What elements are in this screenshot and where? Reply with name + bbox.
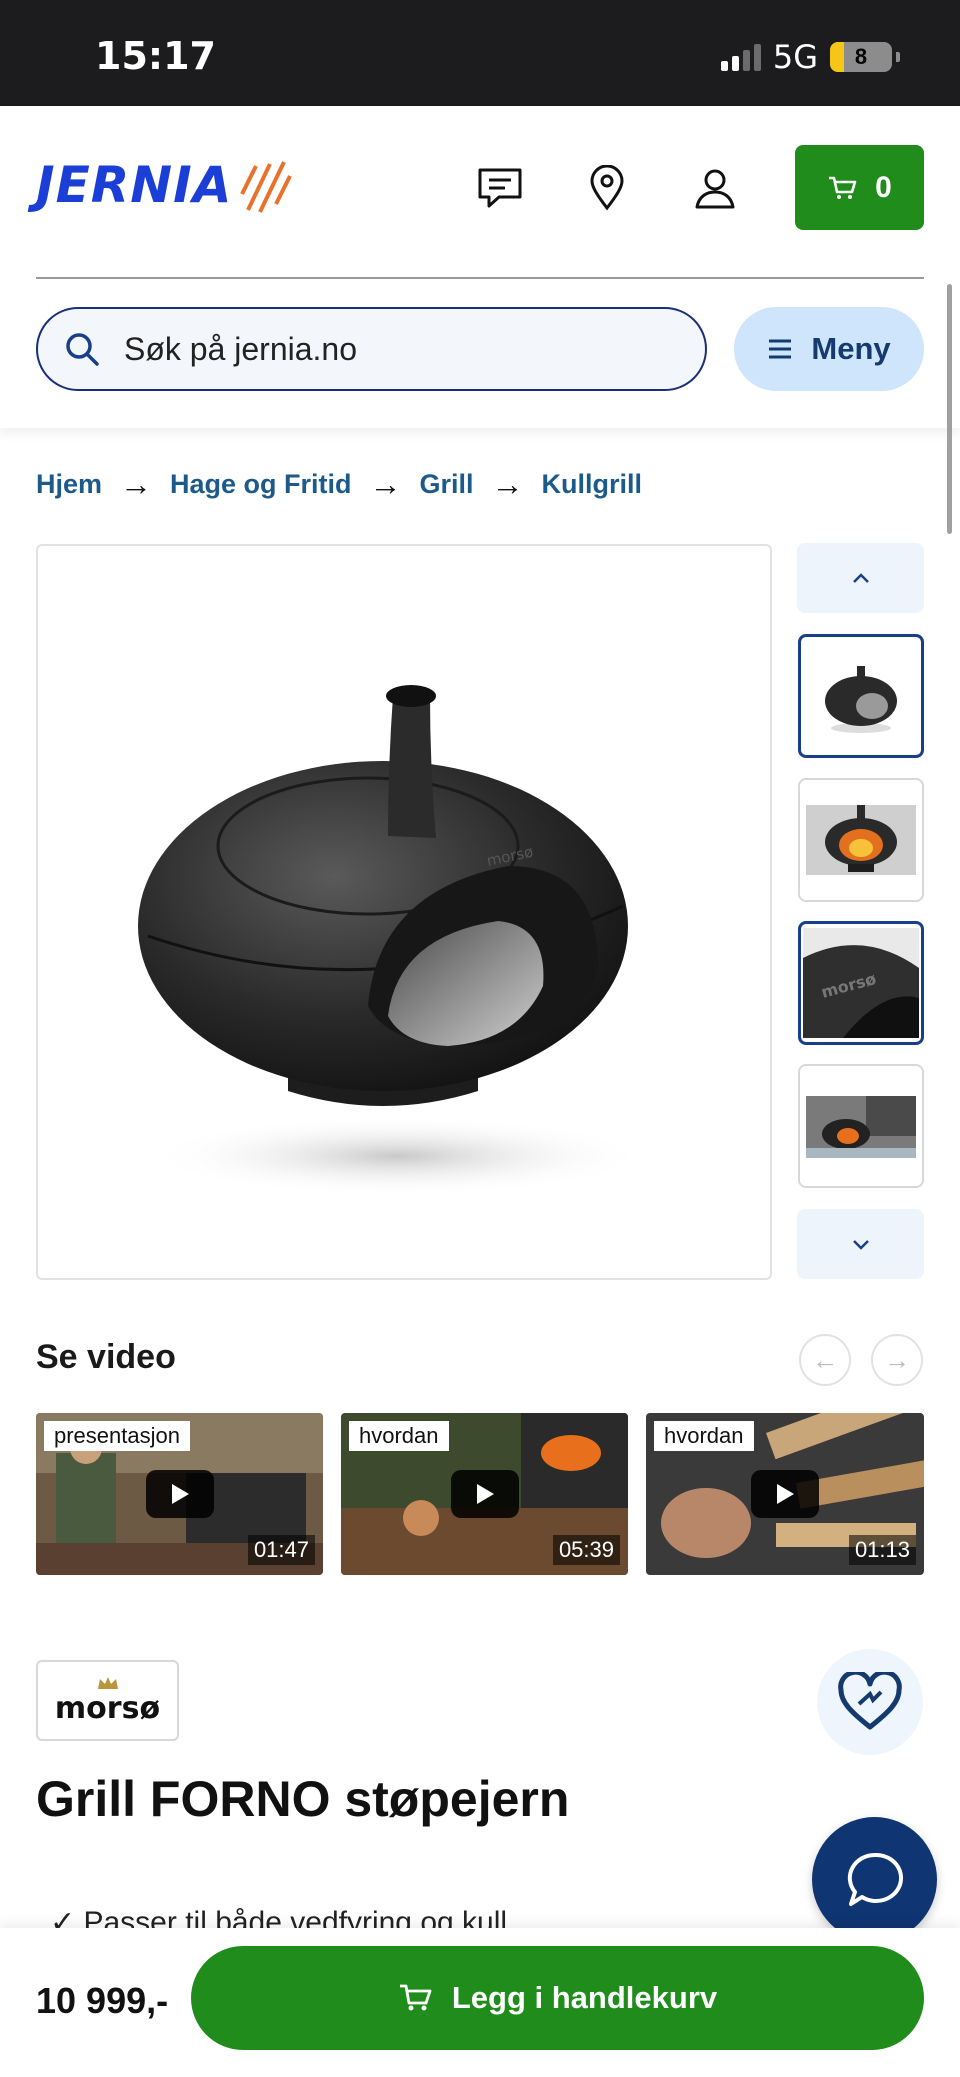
videos-title: Se video: [36, 1338, 176, 1376]
search-placeholder: Søk på jernia.no: [124, 330, 358, 367]
arrow-left-icon: ←: [812, 1344, 838, 1375]
cart-button[interactable]: 0: [795, 145, 924, 230]
battery-level: 8: [854, 44, 868, 69]
battery-tip: [896, 52, 900, 62]
add-to-cart-label: Legg i handlekurv: [451, 1980, 718, 2015]
thumbnail-image: morsø: [803, 928, 919, 1038]
video-tag: hvordan: [654, 1421, 754, 1451]
breadcrumb-hage-og-fritid[interactable]: Hage og Fritid: [170, 469, 352, 500]
breadcrumb-grill[interactable]: Grill: [420, 469, 474, 500]
logo-text: JERNIA: [36, 156, 233, 214]
breadcrumb: Hjem → Hage og Fritid → Grill → Kullgril…: [36, 466, 642, 503]
breadcrumb-home[interactable]: Hjem: [36, 469, 102, 500]
cart-icon: [829, 176, 857, 199]
grill-forno-image: morsø: [138, 685, 648, 1196]
header-divider: [36, 277, 924, 279]
play-icon[interactable]: [450, 1470, 519, 1518]
jernia-logo[interactable]: JERNIA: [36, 156, 293, 214]
heart-icon: [838, 1672, 902, 1730]
user-account-icon[interactable]: [685, 158, 745, 218]
video-duration: 01:47: [247, 1535, 315, 1565]
videos-next-button[interactable]: →: [871, 1334, 923, 1386]
arrow-right-icon: →: [884, 1344, 910, 1375]
menu-label: Meny: [811, 331, 891, 366]
thumbnail-1[interactable]: [798, 634, 924, 758]
video-tag: presentasjon: [44, 1421, 190, 1451]
thumbnail-image: [806, 1096, 916, 1158]
chevron-down-icon: [852, 1240, 869, 1250]
video-duration: 01:13: [848, 1535, 916, 1565]
play-icon[interactable]: [751, 1470, 819, 1518]
status-indicators: 5G 8: [720, 38, 900, 76]
status-time: 15:17: [95, 34, 216, 78]
thumbnail-image: [825, 666, 897, 733]
video-tag: hvordan: [349, 1421, 449, 1451]
thumbnails-down-button[interactable]: [797, 1209, 924, 1279]
favorite-button[interactable]: [817, 1649, 923, 1755]
chevron-up-icon: [852, 573, 869, 583]
product-title: Grill FORNO støpejern: [36, 1771, 570, 1827]
breadcrumb-kullgrill[interactable]: Kullgrill: [542, 469, 643, 500]
network-type: 5G: [772, 38, 818, 76]
video-duration: 05:39: [552, 1535, 620, 1565]
arrow-right-icon: →: [491, 466, 524, 502]
thumbnails-up-button[interactable]: [797, 543, 924, 613]
customer-service-icon[interactable]: [470, 158, 530, 218]
sticky-add-to-cart-bar: 10 999,- Legg i handlekurv: [0, 1928, 960, 2077]
hamburger-icon: [769, 339, 792, 359]
video-card[interactable]: presentasjon 01:47: [36, 1413, 323, 1575]
brand-logo[interactable]: morsø: [36, 1660, 179, 1741]
chat-button[interactable]: [812, 1817, 937, 1942]
cart-icon: [399, 1984, 432, 2011]
arrow-right-icon: →: [120, 466, 153, 502]
arrow-right-icon: →: [369, 466, 402, 502]
main-product-image[interactable]: morsø: [36, 544, 772, 1280]
add-to-cart-button[interactable]: Legg i handlekurv: [191, 1946, 924, 2050]
videos-prev-button[interactable]: ←: [799, 1334, 851, 1386]
video-card[interactable]: hvordan 05:39: [341, 1413, 628, 1575]
thumbnail-4[interactable]: [798, 1064, 924, 1188]
product-price: 10 999,-: [36, 1980, 169, 2021]
cart-count: 0: [875, 170, 892, 204]
battery-icon: 8: [830, 42, 892, 72]
chat-bubble-icon: [847, 1852, 903, 1906]
logo-slashes-icon: [240, 161, 293, 213]
crown-icon: [97, 1677, 118, 1689]
search-icon: [66, 333, 99, 366]
brand-name: morsø: [54, 1691, 161, 1726]
thumbnail-2[interactable]: [798, 778, 924, 902]
thumbnail-3[interactable]: morsø: [798, 921, 924, 1045]
play-icon[interactable]: [145, 1470, 214, 1518]
thumbnail-image: [806, 805, 916, 875]
status-bar: 15:17 5G 8: [0, 0, 960, 106]
site-header: JERNIA 0 Søk på jernia.no Meny: [0, 106, 960, 534]
menu-button[interactable]: Meny: [734, 307, 924, 391]
store-location-icon[interactable]: [577, 158, 637, 218]
scrollbar[interactable]: [947, 284, 952, 534]
search-input[interactable]: Søk på jernia.no: [36, 307, 707, 391]
video-card[interactable]: hvordan 01:13: [646, 1413, 924, 1575]
signal-icon: [720, 43, 761, 71]
